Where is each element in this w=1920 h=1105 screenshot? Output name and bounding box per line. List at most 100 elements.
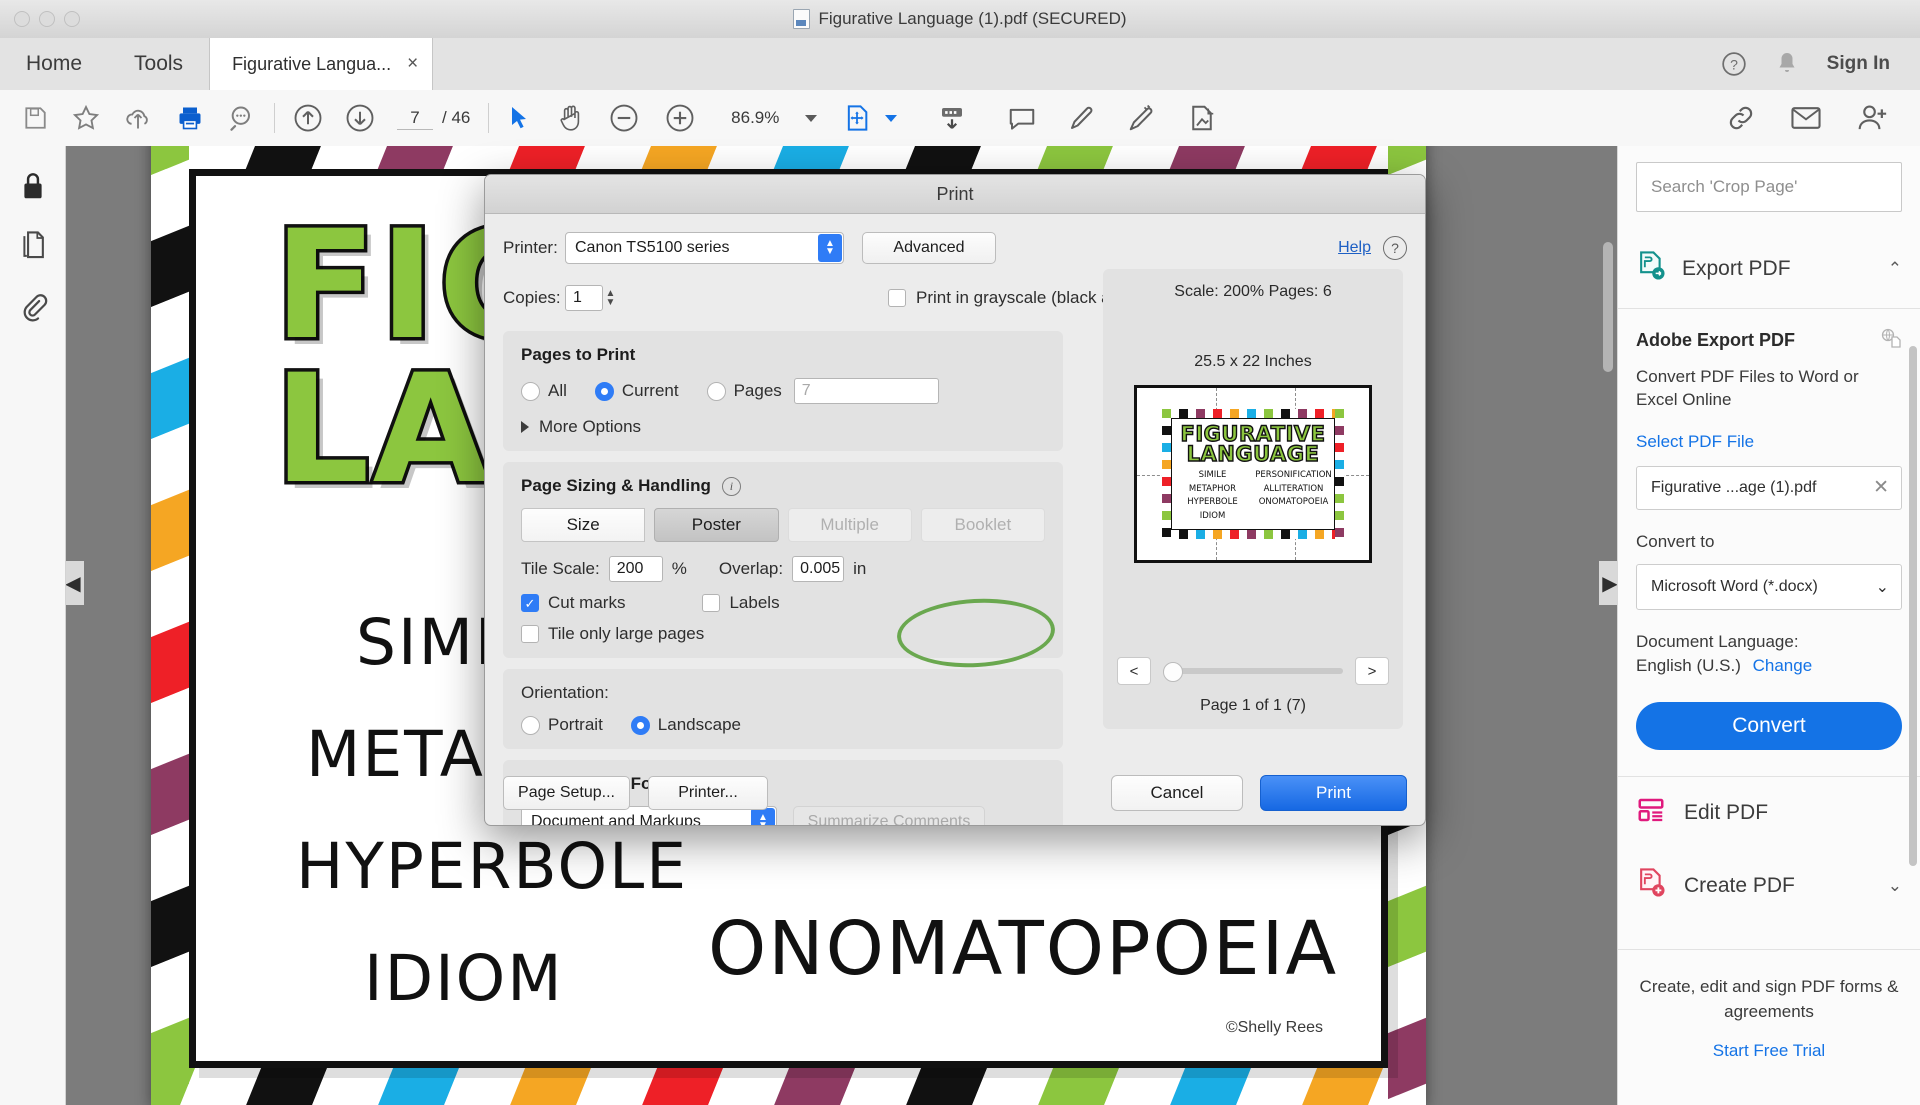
link-icon[interactable] (1726, 103, 1756, 133)
selected-file-name: Figurative ...age (1).pdf (1651, 478, 1817, 496)
cut-marks-label: Cut marks (548, 593, 626, 612)
preview-slider[interactable] (1163, 662, 1343, 682)
info-circle-icon[interactable]: i (721, 476, 741, 496)
menu-tab-bar: Home Tools Figurative Langua... × ? Sign… (0, 38, 1920, 91)
tool-create-pdf[interactable]: Create PDF ⌄ (1618, 849, 1920, 923)
bell-icon[interactable] (1775, 51, 1799, 77)
total-pages-label: / 46 (442, 108, 471, 127)
document-tab[interactable]: Figurative Langua... × (209, 38, 434, 90)
create-pdf-label: Create PDF (1684, 873, 1795, 897)
close-icon[interactable]: × (407, 53, 418, 75)
tool-edit-pdf[interactable]: Edit PDF (1618, 777, 1920, 849)
convert-to-value: Microsoft Word (*.docx) (1651, 577, 1818, 595)
grayscale-checkbox[interactable] (888, 289, 906, 307)
panel-scrollbar[interactable] (1909, 346, 1917, 866)
chevron-down-icon-fit[interactable] (885, 114, 898, 122)
tile-scale-input[interactable]: 200 (608, 556, 663, 582)
zoom-in-icon[interactable] (665, 103, 695, 133)
star-icon[interactable] (72, 104, 100, 132)
preview-term-hyperbole: HYPERBOLE (1187, 497, 1238, 507)
cut-marks-checkbox[interactable]: ✓ (521, 594, 539, 612)
freehand-draw-icon[interactable] (1127, 103, 1157, 133)
change-language-link[interactable]: Change (1753, 656, 1813, 675)
menu-home[interactable]: Home (0, 38, 108, 90)
convert-button[interactable]: Convert (1636, 701, 1902, 750)
cursor-arrow-icon[interactable] (507, 105, 531, 131)
printer-settings-button[interactable]: Printer... (648, 776, 768, 810)
radio-current[interactable] (594, 381, 614, 401)
overlap-input[interactable]: 0.005 (792, 556, 845, 582)
comment-bubble-icon[interactable] (1007, 103, 1037, 133)
upload-cloud-icon[interactable] (124, 104, 152, 132)
pages-to-print-heading: Pages to Print (521, 345, 636, 364)
print-button[interactable]: Print (1260, 775, 1407, 811)
preview-prev-button[interactable]: < (1117, 657, 1151, 685)
highlight-pen-icon[interactable] (1067, 103, 1097, 133)
close-icon-file[interactable]: ✕ (1873, 476, 1889, 499)
prev-page-arrow[interactable]: ◀ (66, 561, 84, 605)
save-icon[interactable] (22, 105, 48, 131)
paperclip-attachment-icon[interactable] (18, 290, 48, 322)
orientation-heading: Orientation: (521, 683, 609, 702)
radio-pages[interactable] (706, 381, 726, 401)
hand-pan-icon[interactable] (557, 104, 583, 132)
zoom-out-icon[interactable] (609, 103, 639, 133)
tile-only-checkbox[interactable] (521, 625, 539, 643)
booklet-button[interactable]: Booklet (920, 508, 1045, 542)
more-options-toggle[interactable]: More Options (521, 417, 1045, 437)
preview-slider-knob[interactable] (1163, 662, 1183, 682)
zoom-level-value[interactable]: 86.9% (721, 108, 779, 128)
print-icon[interactable] (176, 104, 204, 132)
vertical-scrollbar[interactable] (1603, 242, 1613, 372)
poster-credit: ©Shelly Rees (1225, 1019, 1323, 1036)
export-pdf-header[interactable]: Export PDF ⌃ (1618, 230, 1920, 309)
help-link[interactable]: Help (1338, 239, 1371, 257)
chevron-down-icon-create[interactable]: ⌄ (1888, 876, 1902, 896)
pages-range-input[interactable]: 7 (793, 378, 939, 404)
printer-select[interactable]: Canon TS5100 series ▲ ▼ (565, 232, 844, 264)
fit-page-icon[interactable] (843, 104, 871, 132)
labels-checkbox[interactable] (702, 594, 721, 612)
cancel-button[interactable]: Cancel (1111, 775, 1243, 811)
add-stamp-icon[interactable] (1187, 103, 1217, 133)
sign-in-button[interactable]: Sign In (1827, 53, 1890, 75)
next-page-arrow[interactable]: ▶ (1599, 561, 1617, 605)
lock-icon[interactable] (18, 170, 48, 202)
chevron-up-icon[interactable]: ⌃ (1888, 259, 1902, 279)
preview-term-onomatopoeia: ONOMATOPOEIA (1258, 497, 1329, 507)
adobe-acrobat-window: Figurative Language (1).pdf (SECURED) Ho… (0, 0, 1920, 1105)
add-person-icon[interactable] (1856, 103, 1888, 133)
copies-input[interactable]: 1 (565, 285, 603, 311)
chevron-down-icon[interactable] (805, 114, 818, 122)
copies-stepper[interactable]: ▲ ▼ (603, 284, 618, 312)
page-thumbnails-icon[interactable] (18, 230, 48, 262)
help-circle-icon-dialog[interactable]: ? (1383, 236, 1407, 260)
menu-tools[interactable]: Tools (108, 38, 209, 90)
radio-landscape[interactable] (630, 715, 650, 735)
advanced-button[interactable]: Advanced (862, 232, 996, 264)
adobe-export-title: Adobe Export PDF (1636, 330, 1796, 350)
search-input[interactable]: Search 'Crop Page' (1636, 162, 1902, 212)
email-icon[interactable] (1790, 103, 1822, 133)
search-magnify-icon[interactable] (228, 104, 256, 132)
triangle-right-icon (521, 421, 529, 433)
multiple-button[interactable]: Multiple (787, 508, 912, 542)
arrow-up-circle-icon[interactable] (293, 103, 323, 133)
help-circle-icon[interactable]: ? (1721, 51, 1747, 77)
radio-portrait[interactable] (521, 715, 540, 735)
scroll-mode-icon[interactable] (937, 103, 967, 133)
start-free-trial-link[interactable]: Start Free Trial (1618, 1041, 1920, 1061)
radio-current-label: Current (621, 381, 679, 400)
preview-next-button[interactable]: > (1355, 657, 1389, 685)
arrow-down-circle-icon[interactable] (345, 103, 375, 133)
print-preview-panel: Scale: 200% Pages: 6 25.5 x 22 Inches FI… (1103, 269, 1403, 729)
poster-button[interactable]: Poster (654, 508, 779, 542)
search-placeholder-text: Search 'Crop Page' (1651, 177, 1798, 196)
convert-to-select[interactable]: Microsoft Word (*.docx) ⌄ (1636, 563, 1902, 610)
size-button[interactable]: Size (521, 508, 646, 542)
current-page-input[interactable]: 7 (397, 107, 433, 130)
radio-all[interactable] (521, 381, 540, 401)
select-pdf-file-link[interactable]: Select PDF File (1636, 432, 1902, 452)
selected-file-chip[interactable]: Figurative ...age (1).pdf ✕ (1636, 465, 1902, 510)
page-setup-button[interactable]: Page Setup... (503, 776, 630, 810)
